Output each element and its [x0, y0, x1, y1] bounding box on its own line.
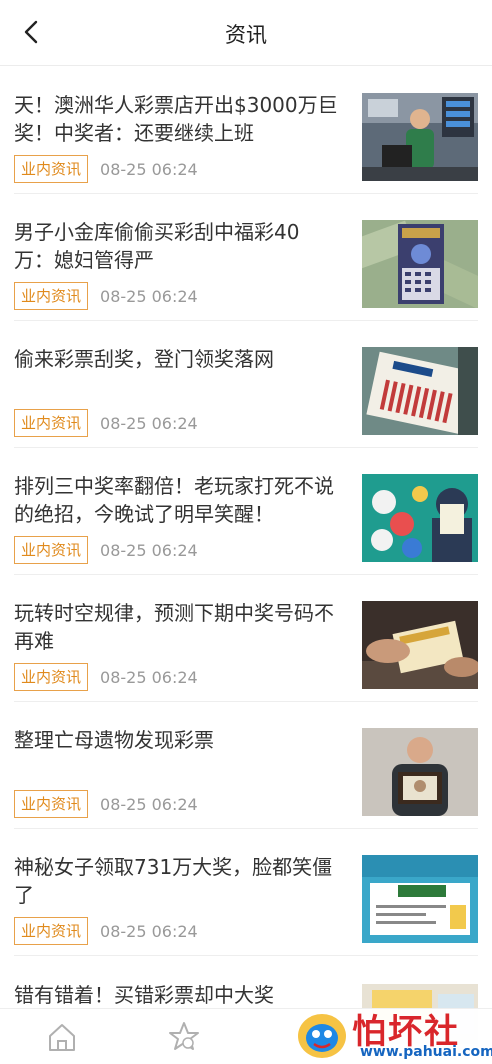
category-tag: 业内资讯 — [14, 536, 89, 564]
news-meta: 业内资讯 08-25 06:24 — [14, 663, 198, 691]
news-time: 08-25 06:24 — [100, 286, 198, 306]
category-tag: 业内资讯 — [14, 790, 89, 818]
watermark-logo — [298, 1014, 346, 1058]
news-title: 错有错着！买错彩票却中大奖 — [14, 983, 274, 1007]
news-title: 男子小金库偷偷买彩刮中福彩40万：媳妇管得严 — [14, 220, 300, 272]
news-time: 08-25 06:24 — [100, 540, 198, 560]
watermark-url: www.pahuai.com — [360, 1044, 492, 1060]
news-meta: 业内资讯 08-25 06:24 — [14, 409, 198, 437]
watermark: 怕坏社区 www.pahuai.com — [290, 1000, 492, 1064]
news-thumbnail — [362, 474, 478, 562]
news-item[interactable]: 偷来彩票刮奖，登门领奖落网 业内资讯 08-25 06:24 — [14, 321, 478, 448]
news-thumbnail — [362, 601, 478, 689]
category-tag: 业内资讯 — [14, 409, 89, 437]
page-title: 资讯 — [225, 23, 267, 47]
news-thumbnail — [362, 347, 478, 435]
news-title: 偷来彩票刮奖，登门领奖落网 — [14, 347, 274, 371]
news-meta: 业内资讯 08-25 06:24 — [14, 155, 198, 183]
news-meta: 业内资讯 08-25 06:24 — [14, 790, 198, 818]
news-title: 玩转时空规律，预测下期中奖号码不再难 — [14, 601, 334, 653]
news-time: 08-25 06:24 — [100, 921, 198, 941]
tab-star[interactable] — [164, 1017, 204, 1057]
category-tag: 业内资讯 — [14, 917, 89, 945]
news-item[interactable]: 男子小金库偷偷买彩刮中福彩40万：媳妇管得严 业内资讯 08-25 06:24 — [14, 194, 478, 321]
news-title: 排列三中奖率翻倍！老玩家打死不说的绝招，今晚试了明早笑醒！ — [14, 474, 334, 526]
news-thumbnail — [362, 93, 478, 181]
news-item[interactable]: 排列三中奖率翻倍！老玩家打死不说的绝招，今晚试了明早笑醒！ 业内资讯 08-25… — [14, 448, 478, 575]
news-item[interactable]: 玩转时空规律，预测下期中奖号码不再难 业内资讯 08-25 06:24 — [14, 575, 478, 702]
news-thumbnail — [362, 728, 478, 816]
news-time: 08-25 06:24 — [100, 667, 198, 687]
news-meta: 业内资讯 08-25 06:24 — [14, 917, 198, 945]
news-thumbnail — [362, 855, 478, 943]
news-list: 天！澳洲华人彩票店开出$3000万巨奖！中奖者：还要继续上班 业内资讯 08-2… — [0, 67, 492, 956]
news-time: 08-25 06:24 — [100, 159, 198, 179]
news-title: 天！澳洲华人彩票店开出$3000万巨奖！中奖者：还要继续上班 — [14, 93, 338, 145]
category-tag: 业内资讯 — [14, 282, 89, 310]
news-item[interactable]: 天！澳洲华人彩票店开出$3000万巨奖！中奖者：还要继续上班 业内资讯 08-2… — [14, 67, 478, 194]
news-title: 神秘女子领取731万大奖，脸都笑僵了 — [14, 855, 333, 907]
home-icon — [49, 1024, 75, 1051]
category-tag: 业内资讯 — [14, 155, 89, 183]
news-item[interactable]: 神秘女子领取731万大奖，脸都笑僵了 业内资讯 08-25 06:24 — [14, 829, 478, 956]
star-icon — [169, 1022, 199, 1050]
tab-home[interactable] — [42, 1017, 82, 1057]
header: 资讯 — [0, 0, 492, 66]
news-time: 08-25 06:24 — [100, 794, 198, 814]
news-item[interactable]: 整理亡母遗物发现彩票 业内资讯 08-25 06:24 — [14, 702, 478, 829]
news-thumbnail — [362, 220, 478, 308]
news-meta: 业内资讯 08-25 06:24 — [14, 536, 198, 564]
news-title: 整理亡母遗物发现彩票 — [14, 728, 214, 752]
news-meta: 业内资讯 08-25 06:24 — [14, 282, 198, 310]
news-time: 08-25 06:24 — [100, 413, 198, 433]
category-tag: 业内资讯 — [14, 663, 89, 691]
